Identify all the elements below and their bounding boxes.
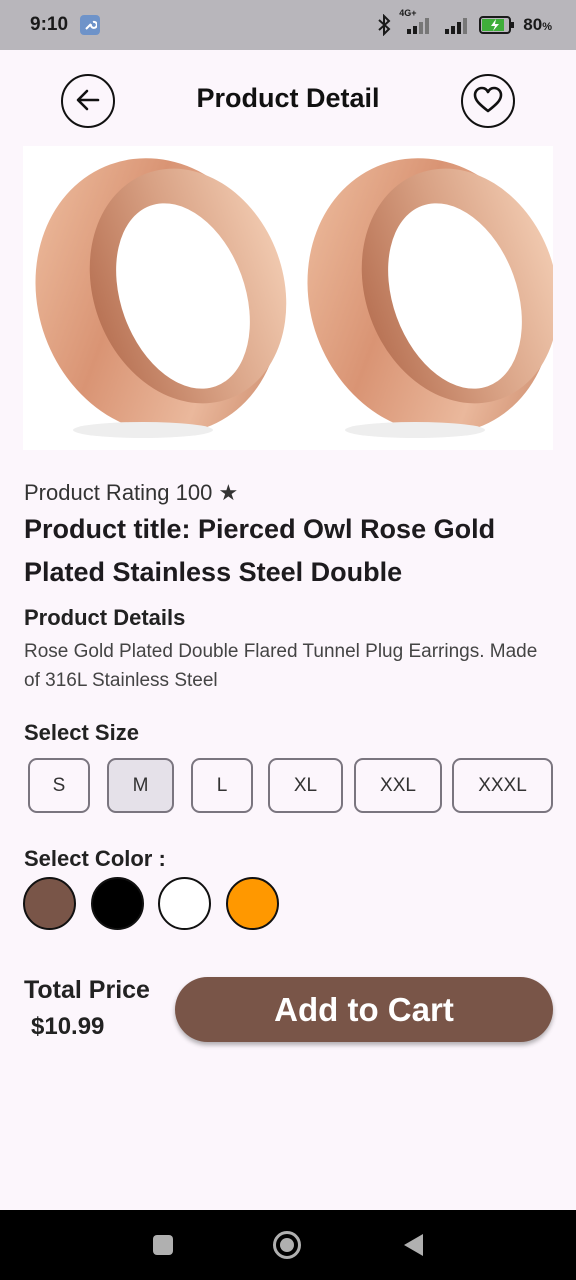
product-rating: Product Rating 100 ★ [24, 480, 239, 505]
select-size-heading: Select Size [24, 720, 139, 745]
app-bar: Product Detail [0, 50, 576, 148]
battery-level: 80% [523, 15, 552, 34]
color-swatch-brown[interactable] [23, 877, 76, 930]
color-swatch-orange[interactable] [226, 877, 279, 930]
color-swatch-black[interactable] [91, 877, 144, 930]
signal-icon: 4G+ [399, 8, 435, 36]
size-option-m[interactable]: M [107, 758, 174, 813]
status-time: 9:10 [30, 14, 69, 35]
heart-outline-icon [473, 86, 503, 117]
size-option-xxl[interactable]: XXL [354, 758, 442, 813]
select-color-heading: Select Color : [24, 846, 166, 871]
battery-charging-icon [479, 15, 515, 35]
favorite-button[interactable] [461, 74, 515, 128]
system-nav-bar [0, 1210, 576, 1280]
bluetooth-icon [377, 14, 391, 36]
size-option-s[interactable]: S [28, 758, 90, 813]
square-recents-icon[interactable] [148, 1230, 178, 1260]
product-details-text: Rose Gold Plated Double Flared Tunnel Pl… [24, 641, 538, 691]
status-bar: 9:10 4G+ 80% [0, 0, 576, 50]
color-swatch-white[interactable] [158, 877, 211, 930]
signal-icon [443, 14, 471, 36]
product-title: Product title: Pierced Owl Rose Gold Pla… [24, 514, 496, 587]
size-option-l[interactable]: L [191, 758, 253, 813]
circle-home-icon[interactable] [272, 1230, 302, 1260]
size-option-xxxl[interactable]: XXXL [452, 758, 553, 813]
total-price-label: Total Price [24, 976, 150, 1004]
triangle-back-icon[interactable] [398, 1230, 428, 1260]
add-to-cart-button[interactable]: Add to Cart [175, 977, 553, 1042]
product-details-heading: Product Details [24, 605, 186, 630]
product-image [23, 146, 553, 450]
wrench-icon [80, 15, 101, 35]
size-option-xl[interactable]: XL [268, 758, 343, 813]
total-price-value: $10.99 [31, 1013, 105, 1040]
network-type: 4G+ [399, 8, 417, 18]
